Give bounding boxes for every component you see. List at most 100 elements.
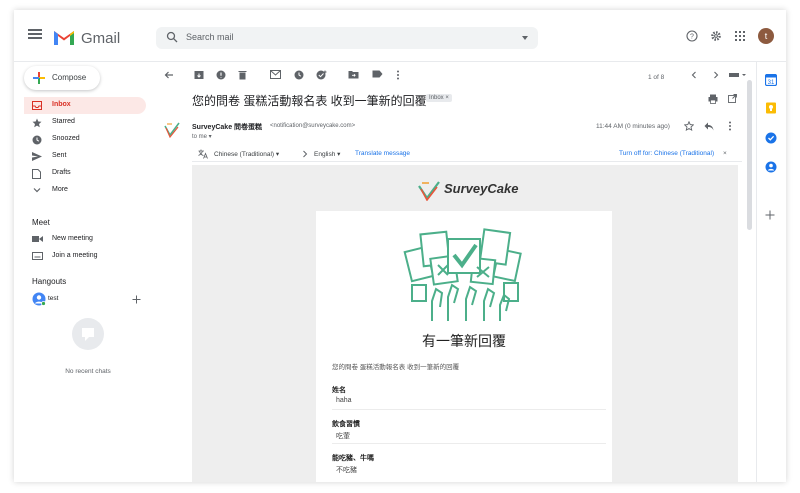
surveycake-logo-text: SurveyCake xyxy=(444,181,519,196)
open-in-new-window-icon[interactable] xyxy=(728,94,737,103)
sidebar-item-starred[interactable]: Starred xyxy=(24,114,146,131)
report-spam-icon[interactable] xyxy=(216,70,226,80)
clock-icon xyxy=(32,135,42,145)
target-language-label: English xyxy=(314,151,336,158)
newer-chevron-left-icon[interactable] xyxy=(690,70,698,80)
sidebar-item-inbox[interactable]: Inbox xyxy=(24,97,146,114)
sidebar: Compose Inbox Starred Snoozed Sent Draft… xyxy=(14,62,154,482)
apps-grid-icon[interactable] xyxy=(734,30,746,42)
new-response-heading: 有一筆新回覆 xyxy=(422,333,506,349)
sidebar-item-join-meeting[interactable]: Join a meeting xyxy=(24,248,146,265)
label-tag-icon[interactable] xyxy=(372,70,383,78)
meet-section-title: Meet xyxy=(32,218,50,227)
account-avatar[interactable]: t xyxy=(758,28,774,44)
top-bar: Gmail Search mail ? t xyxy=(14,10,786,62)
turn-off-translation-link[interactable]: Turn off for: Chinese (Traditional) xyxy=(619,150,714,157)
search-bar[interactable]: Search mail xyxy=(156,27,538,49)
snooze-clock-icon[interactable] xyxy=(294,70,304,80)
sidebar-item-snoozed[interactable]: Snoozed xyxy=(24,131,146,148)
compose-plus-icon xyxy=(33,72,45,84)
reply-arrow-icon[interactable] xyxy=(704,122,714,131)
delete-trash-icon[interactable] xyxy=(238,70,247,80)
field-divider xyxy=(332,443,606,444)
add-task-icon[interactable] xyxy=(316,70,327,80)
inbox-label-text: Inbox xyxy=(429,95,444,101)
survey-illustration-icon xyxy=(403,228,522,321)
more-options-icon[interactable] xyxy=(396,70,400,80)
sidebar-item-more[interactable]: More xyxy=(24,182,146,199)
source-language-select[interactable]: Chinese (Traditional) ▾ xyxy=(214,150,279,158)
sidebar-item-new-meeting[interactable]: New meeting xyxy=(24,231,146,248)
hangouts-section-title: Hangouts xyxy=(32,277,67,286)
translate-bar: Chinese (Traditional) ▾ English ▾ Transl… xyxy=(192,146,742,162)
help-icon[interactable]: ? xyxy=(686,30,698,42)
compose-label: Compose xyxy=(52,73,87,82)
hangouts-user-name: test xyxy=(48,295,59,302)
brand-name: Gmail xyxy=(81,30,121,47)
message-toolbar: 1 of 8 xyxy=(156,62,752,88)
surveycake-logo-icon xyxy=(418,181,440,201)
pagination-text: 1 of 8 xyxy=(648,74,665,81)
keep-notes-icon[interactable] xyxy=(765,102,777,114)
search-icon[interactable] xyxy=(166,31,178,43)
sidebar-item-sent[interactable]: Sent xyxy=(24,148,146,165)
archive-icon[interactable] xyxy=(194,70,204,80)
send-icon xyxy=(32,152,42,161)
notification-card: 有一筆新回覆 您的問卷 蛋糕活動報名表 收到一筆新的回覆 姓名 haha 飲食習… xyxy=(316,211,612,482)
search-options-icon[interactable] xyxy=(522,36,528,40)
translate-direction-chevron-icon xyxy=(303,150,308,158)
calendar-icon[interactable]: 31 xyxy=(765,74,777,86)
field-value: 不吃豬 xyxy=(336,467,357,474)
sidebar-item-label: Inbox xyxy=(52,101,71,108)
keyboard-icon xyxy=(32,252,43,260)
search-input[interactable]: Search mail xyxy=(186,32,234,42)
message-scrollbar[interactable] xyxy=(747,80,752,230)
field-label: 飲食習慣 xyxy=(332,421,360,428)
sender-name[interactable]: SurveyCake 問卷蛋糕 xyxy=(192,122,262,132)
no-recent-chats-text: No recent chats xyxy=(65,368,111,375)
translate-message-link[interactable]: Translate message xyxy=(355,150,410,157)
contacts-icon[interactable] xyxy=(765,161,777,173)
main-menu-icon[interactable] xyxy=(28,29,42,39)
inbox-icon xyxy=(32,101,42,110)
sidebar-item-label: Starred xyxy=(52,118,75,125)
inbox-label-badge[interactable]: Inbox × xyxy=(426,94,452,102)
mark-unread-icon[interactable] xyxy=(270,70,281,79)
svg-text:?: ? xyxy=(690,34,694,41)
sender-address: <notification@surveycake.com> xyxy=(270,123,356,129)
move-to-folder-icon[interactable] xyxy=(348,70,359,79)
print-icon[interactable] xyxy=(708,94,718,104)
sidebar-item-label: Join a meeting xyxy=(52,252,98,259)
field-label: 能吃豬、牛嗎 xyxy=(332,455,374,462)
source-language-label: Chinese (Traditional) xyxy=(214,151,275,158)
back-arrow-icon[interactable] xyxy=(164,70,174,80)
user-avatar-icon xyxy=(32,292,46,306)
translate-icon xyxy=(198,149,208,159)
get-add-ons-plus-icon[interactable] xyxy=(765,210,775,220)
target-language-select[interactable]: English ▾ xyxy=(314,150,340,158)
close-translate-bar-icon[interactable]: × xyxy=(723,150,727,157)
input-tools-keyboard-icon[interactable] xyxy=(728,70,748,80)
field-value: haha xyxy=(336,397,352,404)
gmail-logo-icon xyxy=(54,31,74,45)
sidebar-item-drafts[interactable]: Drafts xyxy=(24,165,146,182)
sidebar-item-label: Sent xyxy=(52,152,67,159)
draft-icon xyxy=(32,169,41,179)
recipient-details-toggle[interactable]: to me ▾ xyxy=(192,133,212,140)
older-chevron-right-icon[interactable] xyxy=(712,70,720,80)
response-description: 您的問卷 蛋糕活動報名表 收到一筆新的回覆 xyxy=(332,364,460,371)
compose-button[interactable]: Compose xyxy=(24,66,100,90)
sidebar-item-label: Drafts xyxy=(52,169,71,176)
settings-gear-icon[interactable] xyxy=(710,30,722,42)
side-panel-rail: 31 xyxy=(756,62,786,482)
email-body: SurveyCake 有一筆新回覆 您的問卷 蛋糕活動報名表 收到一筆新的回覆 … xyxy=(192,165,738,482)
message-subject: 您的問卷 蛋糕活動報名表 收到一筆新的回覆 xyxy=(192,94,427,108)
star-message-icon[interactable] xyxy=(684,121,694,131)
gmail-window: Gmail Search mail ? t Compose Inbox Star… xyxy=(14,10,786,482)
tasks-icon[interactable] xyxy=(765,132,777,144)
add-chat-plus-icon[interactable] xyxy=(132,295,141,304)
star-icon xyxy=(32,118,42,128)
message-more-options-icon[interactable] xyxy=(728,121,732,131)
field-value: 吃葷 xyxy=(336,433,350,440)
svg-text:31: 31 xyxy=(768,80,775,86)
